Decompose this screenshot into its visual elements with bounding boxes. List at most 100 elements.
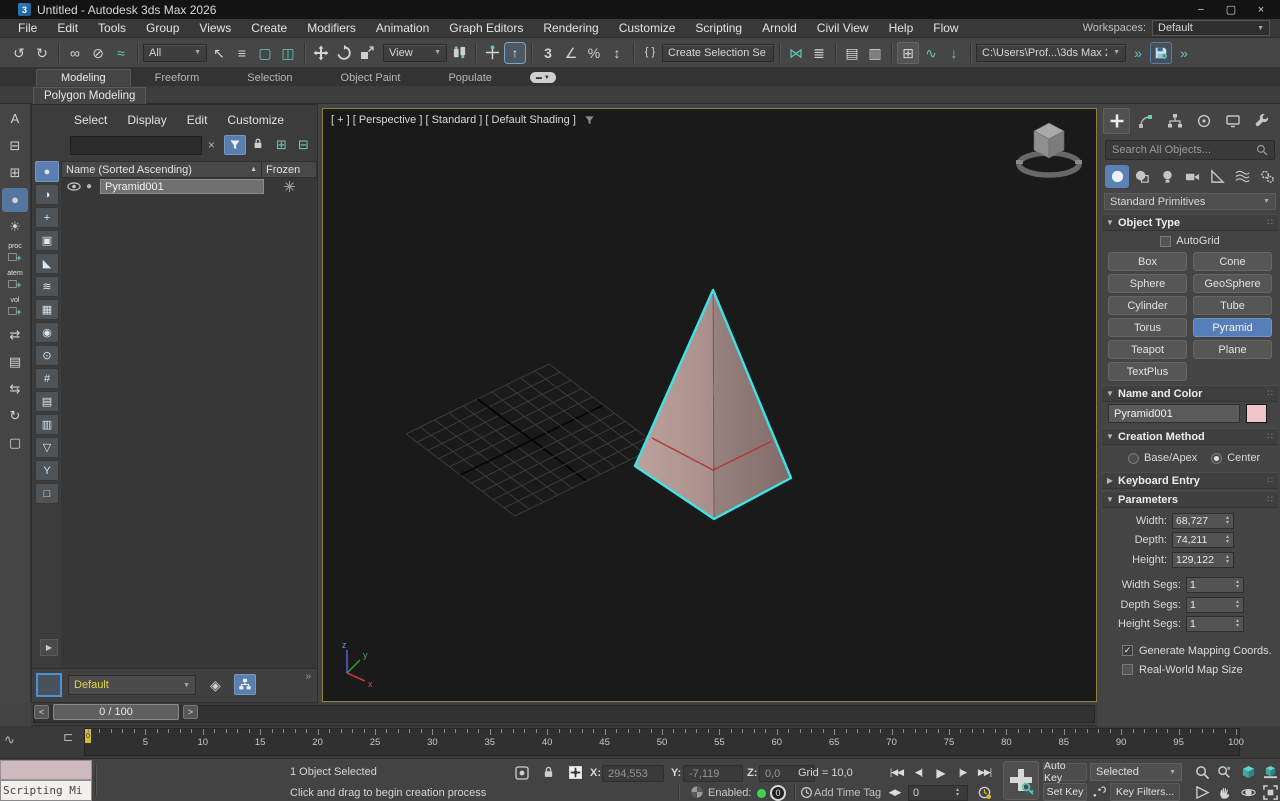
menu-graph-editors[interactable]: Graph Editors [439,19,533,37]
spinner[interactable]: ▴▾ [1232,619,1243,629]
zero-badge-toggle[interactable]: 0 [770,785,786,801]
visibility-eye-icon[interactable] [67,178,81,196]
ribbon-tab-modeling[interactable]: Modeling [36,69,131,86]
tab-hierarchy[interactable] [1161,108,1188,134]
explorer-menu-edit[interactable]: Edit [187,113,208,127]
param-field-height[interactable]: 129,122▴▾ [1172,552,1234,568]
display-objects-icon[interactable]: ⊙ [35,345,59,366]
menu-civil-view[interactable]: Civil View [807,19,879,37]
category-lights-icon[interactable] [1155,165,1179,188]
track-bar-ruler[interactable]: 0 51015202530354045505560657075808590951… [84,728,1240,756]
object-color-swatch[interactable] [1246,404,1267,423]
search-input[interactable]: Search All Objects... [1105,140,1275,160]
render-setup-icon[interactable]: ↓ [943,42,965,64]
clear-search-icon[interactable]: × [208,138,215,152]
ribbon-tab-freeform[interactable]: Freeform [131,70,224,86]
category-helpers-icon[interactable] [1205,165,1229,188]
mini-curve-editor-icon[interactable]: ∿ [4,732,15,748]
display-shapes-icon[interactable]: + [35,207,59,228]
spinner[interactable]: ▴▾ [1232,600,1243,610]
ribbon-panel-polygon-modeling[interactable]: Polygon Modeling [33,87,146,104]
toggle-ribbon-icon[interactable]: ⊞ [897,42,919,64]
display-materials-icon[interactable]: ▥ [35,414,59,435]
ribbon-display-options-icon[interactable]: ▬▼ [530,72,556,83]
menu-modifiers[interactable]: Modifiers [297,19,366,37]
spinner[interactable]: ▴▾ [1232,580,1243,590]
reference-coordinate-dropdown[interactable]: View ▼ [383,44,447,62]
object-type-tube[interactable]: Tube [1193,296,1272,315]
tab-modify[interactable] [1132,108,1159,134]
swap-arrows-icon[interactable]: ⇄ [2,323,28,347]
go-to-start-button[interactable]: |◀◀ [886,764,907,781]
spinner[interactable]: ▴▾ [1222,516,1233,526]
redo-icon[interactable]: ↻ [31,42,53,64]
selection-filter-dropdown[interactable]: All ▼ [143,44,207,62]
display-containers-icon[interactable]: □ [35,483,59,504]
maximize-button[interactable]: ▢ [1216,0,1246,19]
spinner[interactable]: ▴▾ [952,788,963,798]
create-vol-icon[interactable]: vol□+ [2,296,28,320]
object-dot-icon[interactable]: ● [86,181,92,192]
rollout-keyboard-entry[interactable]: ▶ Keyboard Entry ∷ [1102,472,1278,489]
active-layer-swatch[interactable] [36,673,62,697]
paint-select-icon[interactable]: ● [2,188,28,212]
orbit-icon[interactable] [1238,783,1259,801]
select-and-move-icon[interactable] [310,42,332,64]
display-list-views-icon[interactable]: ▤ [35,391,59,412]
object-type-cone[interactable]: Cone [1193,252,1272,271]
snap-toggle-3d-icon[interactable]: 3 [537,42,559,64]
display-geometry-icon[interactable]: ◑ [35,184,59,205]
tab-utilities[interactable] [1248,108,1275,134]
menu-file[interactable]: File [8,19,47,37]
ribbon-tab-object-paint[interactable]: Object Paint [317,70,425,86]
select-and-link-icon[interactable]: ∞ [64,42,86,64]
object-type-sphere[interactable]: Sphere [1108,274,1187,293]
param-field-depth[interactable]: 74,211▴▾ [1172,532,1234,548]
ribbon-tab-populate[interactable]: Populate [424,70,515,86]
spinner-snap-icon[interactable]: ↕ [606,42,628,64]
window-run-icon[interactable]: ⊞ [2,161,28,185]
previous-frame-button[interactable]: ◀| [908,764,929,781]
rectangular-selection-region-icon[interactable]: ▢ [254,42,276,64]
go-to-end-button[interactable]: ▶▶| [974,764,995,781]
menu-animation[interactable]: Animation [366,19,439,37]
category-systems-icon[interactable] [1255,165,1279,188]
table-row[interactable]: ● Pyramid001 [61,178,316,195]
display-grids-icon[interactable]: # [35,368,59,389]
isolate-selection-icon[interactable] [514,765,530,784]
rollout-name-and-color[interactable]: ▼ Name and Color ∷ [1102,385,1278,402]
rollout-object-type[interactable]: ▼ Object Type ∷ [1102,214,1278,231]
explorer-menu-select[interactable]: Select [74,113,107,127]
explorer-search-input[interactable] [70,136,202,155]
absolute-offset-toggle-icon[interactable] [567,764,584,784]
checkbox-real-world-map-size[interactable] [1122,664,1133,675]
auto-key-button[interactable]: Auto Key [1043,763,1087,781]
add-time-tag-button[interactable]: Add Time Tag [814,787,881,799]
bind-to-spacewarp-icon[interactable]: ≈ [110,42,132,64]
track-bar-bracket-icon[interactable]: ⊏ [63,730,73,744]
layers-icon[interactable]: ◈ [210,677,221,694]
pyramid-object[interactable]: z [635,290,791,519]
radio-base-apex[interactable] [1128,453,1139,464]
display-filter-combos-icon[interactable]: Y [35,460,59,481]
menu-views[interactable]: Views [189,19,241,37]
display-spacewarps-icon[interactable]: ≋ [35,276,59,297]
menu-flow[interactable]: Flow [923,19,968,37]
new-key-settings-icon[interactable] [1092,784,1107,801]
create-proc-icon[interactable]: proc□+ [2,242,28,266]
menu-rendering[interactable]: Rendering [533,19,608,37]
set-key-button[interactable]: Set Key [1043,783,1087,801]
zoom-icon[interactable] [1192,763,1213,781]
category-shapes-icon[interactable] [1130,165,1154,188]
display-lights-icon[interactable]: ▣ [35,230,59,251]
default-material-dropdown[interactable]: Default ▼ [68,675,196,695]
display-all-icon[interactable]: ● [35,161,59,182]
radio-center[interactable] [1211,453,1222,464]
column-header-frozen[interactable]: Frozen [262,161,317,178]
object-type-plane[interactable]: Plane [1193,340,1272,359]
percent-snap-icon[interactable]: % [583,42,605,64]
select-and-manipulate-icon[interactable] [481,42,503,64]
select-object-icon[interactable]: ↖ [208,42,230,64]
window-crossing-icon[interactable]: ◫ [277,42,299,64]
light-lister-icon[interactable]: ☀ [2,215,28,239]
